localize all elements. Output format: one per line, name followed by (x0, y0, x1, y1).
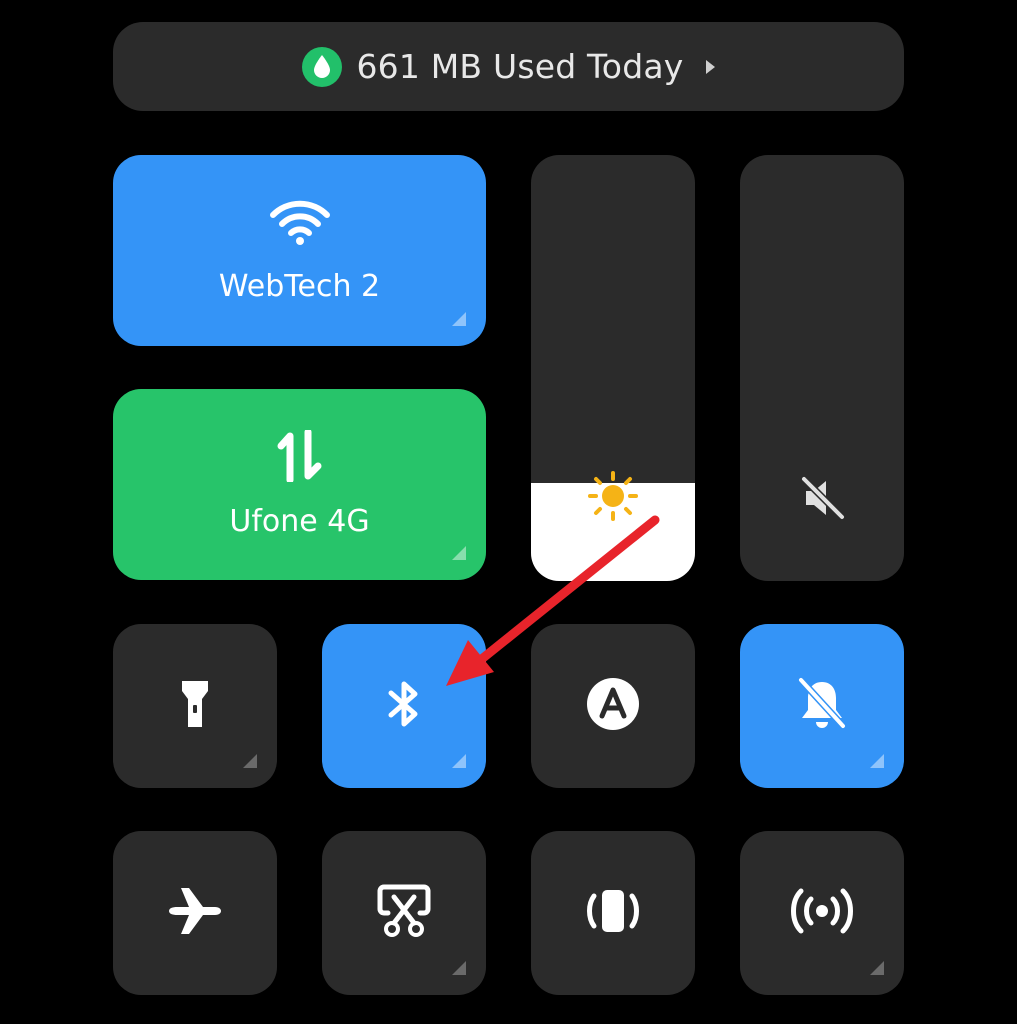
expand-corner-icon[interactable] (452, 961, 466, 975)
bell-off-icon (797, 676, 847, 736)
brightness-slider[interactable] (531, 155, 695, 581)
wifi-label: WebTech 2 (218, 269, 381, 304)
volume-slider[interactable] (740, 155, 904, 581)
wifi-tile[interactable]: WebTech 2 (113, 155, 486, 346)
hotspot-toggle[interactable] (740, 831, 904, 995)
flashlight-icon (180, 679, 210, 733)
sun-icon (588, 471, 638, 525)
vibrate-icon (583, 886, 643, 940)
expand-corner-icon[interactable] (452, 546, 466, 560)
bluetooth-toggle[interactable] (322, 624, 486, 788)
chevron-right-icon (705, 59, 715, 74)
do-not-disturb-toggle[interactable] (740, 624, 904, 788)
flashlight-toggle[interactable] (113, 624, 277, 788)
vibrate-toggle[interactable] (531, 831, 695, 995)
auto-brightness-toggle[interactable] (531, 624, 695, 788)
data-usage-label: 661 MB Used Today (356, 47, 684, 86)
expand-corner-icon[interactable] (452, 754, 466, 768)
mobile-data-label: Ufone 4G (229, 504, 370, 539)
data-usage-pill[interactable]: 661 MB Used Today (113, 22, 904, 111)
expand-corner-icon[interactable] (870, 754, 884, 768)
expand-corner-icon[interactable] (243, 754, 257, 768)
water-drop-icon (302, 46, 343, 87)
mobile-data-tile[interactable]: Ufone 4G (113, 389, 486, 580)
airplane-mode-toggle[interactable] (113, 831, 277, 995)
expand-corner-icon[interactable] (870, 961, 884, 975)
volume-mute-icon (800, 475, 846, 525)
expand-corner-icon[interactable] (452, 312, 466, 326)
bluetooth-icon (386, 679, 422, 733)
auto-brightness-icon (585, 676, 641, 736)
scissors-screenshot-icon (376, 883, 432, 943)
data-arrows-icon (276, 428, 324, 486)
wifi-icon (269, 197, 331, 251)
screenshot-toggle[interactable] (322, 831, 486, 995)
airplane-icon (167, 886, 223, 940)
hotspot-icon (790, 886, 854, 940)
